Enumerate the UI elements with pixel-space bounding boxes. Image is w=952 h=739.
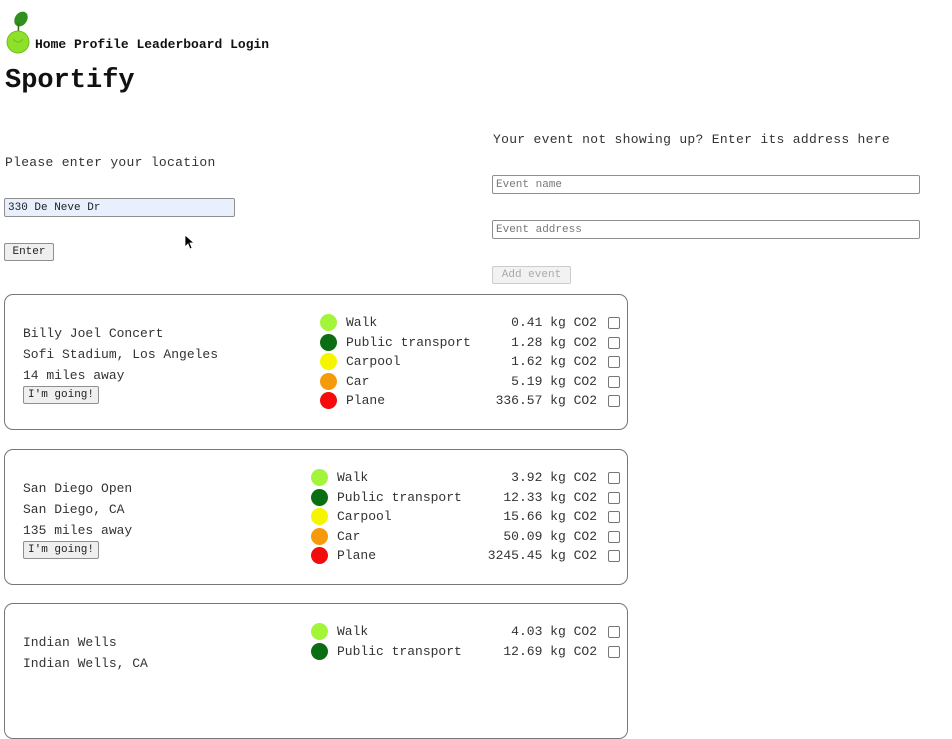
carpool-dot-icon — [311, 508, 328, 526]
mode-checkbox[interactable] — [608, 626, 620, 638]
co2-value: 15.66 kg CO2 — [503, 509, 597, 525]
event-name: San Diego Open — [23, 481, 133, 496]
mode-checkbox[interactable] — [608, 336, 620, 349]
mode-label: Walk — [337, 470, 369, 485]
mode-checkbox[interactable] — [608, 472, 620, 484]
main-nav: Home Profile Leaderboard Login — [35, 37, 269, 52]
event-address-input[interactable] — [492, 220, 920, 239]
event-venue: Sofi Stadium, Los Angeles — [23, 347, 219, 362]
mode-label: Car — [346, 373, 370, 389]
co2-value: 1.28 kg CO2 — [511, 334, 597, 350]
sportify-logo-icon[interactable] — [5, 9, 33, 55]
page-title: Sportify — [5, 66, 135, 96]
event-distance: 135 miles away — [23, 523, 133, 538]
mode-label: Public transport — [337, 489, 462, 505]
mode-label: Walk — [346, 315, 378, 330]
walk-dot-icon — [311, 623, 328, 640]
mode-label: Public transport — [346, 334, 471, 350]
plane-dot-icon — [320, 392, 337, 410]
mode-checkbox[interactable] — [608, 356, 620, 369]
mode-label: Plane — [346, 393, 386, 409]
co2-value: 3245.45 kg CO2 — [487, 548, 597, 564]
mode-label: Walk — [337, 624, 369, 639]
co2-value: 3.92 kg CO2 — [511, 470, 597, 485]
walk-dot-icon — [320, 314, 337, 331]
co2-value: 336.57 kg CO2 — [495, 393, 597, 409]
mode-checkbox[interactable] — [608, 511, 620, 524]
co2-value: 12.69 kg CO2 — [503, 643, 597, 659]
add-event-prompt: Your event not showing up? Enter its add… — [493, 132, 890, 147]
public-transport-dot-icon — [320, 333, 337, 351]
add-event-button[interactable]: Add event — [492, 266, 571, 284]
public-transport-dot-icon — [311, 642, 328, 660]
nav-leaderboard-link[interactable]: Leaderboard — [136, 37, 222, 52]
nav-home-link[interactable]: Home — [35, 37, 66, 52]
mode-label: Plane — [337, 548, 377, 564]
mode-checkbox[interactable] — [608, 395, 620, 408]
walk-dot-icon — [311, 469, 328, 486]
mode-checkbox[interactable] — [608, 375, 620, 388]
mouse-cursor-icon — [185, 235, 195, 250]
event-venue: San Diego, CA — [23, 502, 125, 517]
co2-value: 50.09 kg CO2 — [503, 528, 597, 544]
event-card: Billy Joel Concert Sofi Stadium, Los Ang… — [4, 294, 628, 430]
plane-dot-icon — [311, 547, 328, 565]
co2-value: 12.33 kg CO2 — [503, 489, 597, 505]
mode-label: Public transport — [337, 643, 462, 659]
mode-checkbox[interactable] — [608, 491, 620, 504]
event-card: Indian Wells Indian Wells, CA Walk 4.03 … — [4, 603, 628, 739]
im-going-button[interactable]: I'm going! — [23, 541, 100, 559]
co2-value: 1.62 kg CO2 — [511, 354, 597, 370]
event-card: San Diego Open San Diego, CA 135 miles a… — [4, 449, 628, 585]
co2-value: 4.03 kg CO2 — [511, 624, 597, 639]
car-dot-icon — [320, 372, 337, 390]
mode-checkbox[interactable] — [608, 530, 620, 543]
nav-profile-link[interactable]: Profile — [74, 37, 129, 52]
event-name: Indian Wells — [23, 635, 117, 650]
mode-label: Carpool — [346, 354, 401, 370]
event-name-input[interactable] — [492, 175, 920, 194]
public-transport-dot-icon — [311, 488, 328, 506]
location-input[interactable] — [4, 198, 235, 217]
co2-value: 5.19 kg CO2 — [511, 373, 597, 389]
car-dot-icon — [311, 527, 328, 545]
event-venue: Indian Wells, CA — [23, 656, 148, 671]
event-name: Billy Joel Concert — [23, 326, 164, 341]
event-distance: 14 miles away — [23, 368, 125, 383]
location-label: Please enter your location — [5, 155, 216, 170]
mode-checkbox[interactable] — [608, 550, 620, 563]
mode-checkbox[interactable] — [608, 317, 620, 329]
nav-login-link[interactable]: Login — [230, 37, 269, 52]
mode-label: Car — [337, 528, 361, 544]
mode-label: Carpool — [337, 509, 392, 525]
enter-button[interactable]: Enter — [4, 243, 54, 261]
co2-value: 0.41 kg CO2 — [511, 315, 597, 330]
im-going-button[interactable]: I'm going! — [23, 386, 100, 404]
mode-checkbox[interactable] — [608, 645, 620, 658]
carpool-dot-icon — [320, 353, 337, 371]
